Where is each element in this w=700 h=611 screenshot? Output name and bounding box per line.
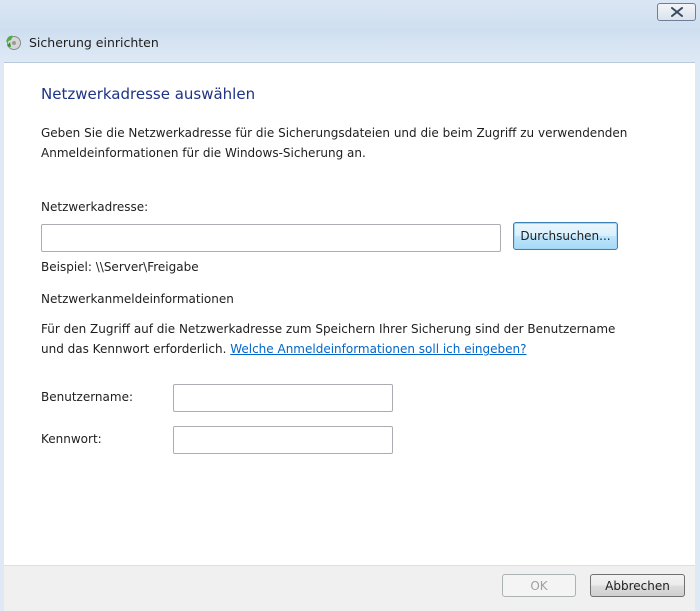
ok-button[interactable]: OK: [502, 574, 576, 597]
username-label: Benutzername:: [41, 390, 134, 404]
credentials-text-line1: Für den Zugriff auf die Netzwerkadresse …: [41, 322, 616, 336]
example-text: Beispiel: \\Server\Freigabe: [41, 260, 199, 274]
password-label: Kennwort:: [41, 432, 102, 446]
close-icon: [670, 7, 683, 17]
window-title: Sicherung einrichten: [29, 35, 159, 50]
close-button[interactable]: [657, 3, 696, 21]
credentials-heading: Netzwerkanmeldeinformationen: [41, 292, 234, 306]
network-address-input[interactable]: [41, 224, 501, 252]
credentials-text-prefix: und das Kennwort erforderlich.: [41, 342, 231, 356]
password-input[interactable]: [173, 426, 393, 454]
network-address-label: Netzwerkadresse:: [41, 200, 149, 214]
credentials-help-link[interactable]: Welche Anmeldeinformationen soll ich ein…: [230, 342, 526, 356]
credentials-text-line2: und das Kennwort erforderlich. Welche An…: [41, 339, 527, 360]
intro-text-line1: Geben Sie die Netzwerkadresse für die Si…: [41, 126, 628, 140]
dialog-footer: OK Abbrechen: [4, 565, 695, 611]
content-area: Netzwerkadresse auswählen Geben Sie die …: [4, 62, 695, 566]
backup-setup-window: Sicherung einrichten Netzwerkadresse aus…: [0, 0, 700, 611]
page-heading: Netzwerkadresse auswählen: [41, 85, 256, 103]
cancel-button[interactable]: Abbrechen: [590, 574, 685, 597]
username-input[interactable]: [173, 384, 393, 412]
intro-text-line2: Anmeldeinformationen für die Windows-Sic…: [41, 146, 366, 160]
browse-button[interactable]: Durchsuchen...: [513, 222, 618, 250]
backup-app-icon: [6, 35, 21, 50]
